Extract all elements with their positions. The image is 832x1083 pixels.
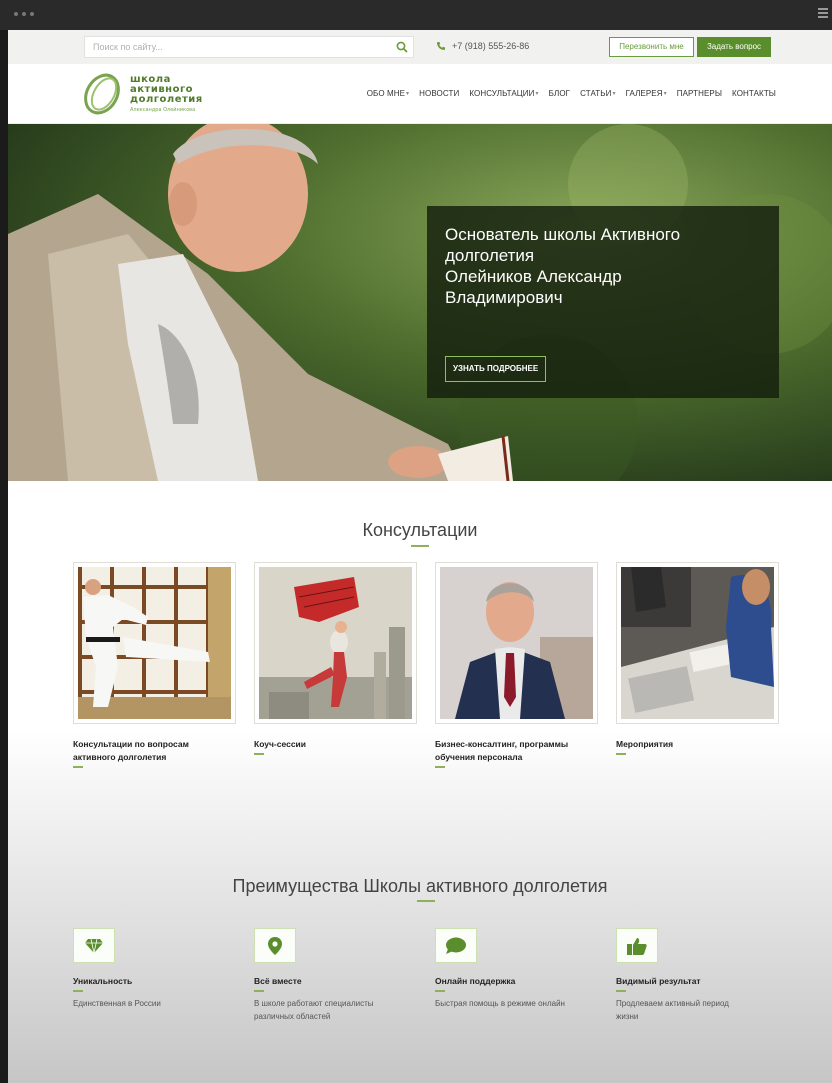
search-icon[interactable] — [395, 40, 409, 54]
chevron-down-icon: ▾ — [612, 91, 616, 97]
advantage-desc: В школе работают специалисты различных об… — [254, 999, 374, 1021]
caption-underline — [73, 766, 83, 768]
advantage-underline — [435, 990, 445, 992]
hamburger-menu-icon[interactable] — [818, 8, 828, 20]
advantages-title: Преимущества Школы активного долголетия — [232, 876, 608, 896]
nav-item-consultations[interactable]: КОНСУЛЬТАЦИИ ▾ — [469, 89, 538, 98]
chat-bubble-icon — [435, 928, 477, 963]
logo-subtitle: Александра Олейникова — [130, 107, 196, 113]
site-header: школа активного долголетия Александра Ол… — [8, 64, 832, 124]
ask-question-button[interactable]: Задать вопрос — [697, 37, 771, 57]
advantage-underline — [616, 990, 626, 992]
nav-item-partners[interactable]: ПАРТНЕРЫ — [677, 89, 722, 98]
card-image[interactable] — [435, 562, 598, 724]
phone-number[interactable]: +7 (918) 555-26-86 — [436, 41, 529, 51]
nav-item-blog[interactable]: БЛОГ — [549, 89, 570, 98]
logo-mark-icon — [84, 73, 120, 115]
callback-button[interactable]: Перезвонить мне — [609, 37, 694, 57]
advantage-underline — [73, 990, 83, 992]
title-underline — [417, 900, 435, 902]
title-underline — [411, 545, 429, 547]
chevron-down-icon: ▾ — [406, 91, 410, 97]
window-controls[interactable] — [14, 12, 34, 16]
card-image[interactable] — [616, 562, 779, 724]
chevron-down-icon: ▾ — [535, 91, 539, 97]
caption-underline — [616, 753, 626, 755]
card-image[interactable] — [254, 562, 417, 724]
chevron-down-icon: ▾ — [663, 91, 667, 97]
card-coaching[interactable]: Коуч-сессии — [254, 562, 417, 755]
hero-banner: Основатель школы Активного долголетия Ол… — [8, 124, 832, 481]
map-pin-icon — [254, 928, 296, 963]
nav-item-contacts[interactable]: КОНТАКТЫ — [732, 89, 776, 98]
advantage-all-together: Всё вместе В школе работают специалисты р… — [254, 928, 434, 1023]
learn-more-button[interactable]: УЗНАТЬ ПОДРОБНЕЕ — [445, 356, 547, 382]
thumbs-up-icon — [616, 928, 658, 963]
advantage-desc: Быстрая помощь в режиме онлайн — [435, 999, 565, 1008]
dancer-photo — [259, 567, 412, 719]
caption-underline — [254, 753, 264, 755]
advantage-online-support: Онлайн поддержка Быстрая помощь в режиме… — [435, 928, 615, 1010]
card-caption[interactable]: Консультации по вопросам активного долгол… — [73, 738, 236, 764]
advantage-uniqueness: Уникальность Единственная в России — [73, 928, 253, 1010]
site-logo[interactable]: школа активного долголетия Александра Ол… — [82, 70, 222, 118]
advantage-visible-result: Видимый результат Продлеваем активный пе… — [616, 928, 796, 1023]
phone-icon — [437, 42, 445, 50]
advantage-title: Всё вместе — [254, 976, 302, 986]
advantage-underline — [254, 990, 264, 992]
advantage-desc: Продлеваем активный период жизни — [616, 999, 729, 1021]
card-caption[interactable]: Мероприятия — [616, 738, 779, 751]
card-caption[interactable]: Бизнес-консалтинг, программы обучения пер… — [435, 738, 598, 764]
card-longevity[interactable]: Консультации по вопросам активного долгол… — [73, 562, 236, 768]
advantage-desc: Единственная в России — [73, 999, 161, 1008]
advantage-title: Онлайн поддержка — [435, 976, 516, 986]
nav-item-articles[interactable]: СТАТЬИ ▾ — [580, 89, 615, 98]
card-events[interactable]: Мероприятия — [616, 562, 779, 755]
nav-item-gallery[interactable]: ГАЛЕРЕЯ ▾ — [626, 89, 667, 98]
main-nav: ОБО МНЕ ▾ НОВОСТИ КОНСУЛЬТАЦИИ ▾ БЛОГ СТАТ… — [357, 89, 776, 98]
card-business[interactable]: Бизнес-консалтинг, программы обучения пер… — [435, 562, 598, 768]
diamond-icon — [73, 928, 115, 963]
search-input[interactable]: Поиск по сайту... — [84, 36, 414, 58]
bottom-gradient — [8, 730, 832, 1083]
nav-item-about[interactable]: ОБО МНЕ ▾ — [367, 89, 409, 98]
advantage-title: Видимый результат — [616, 976, 701, 986]
phone-text: +7 (918) 555-26-86 — [452, 41, 530, 51]
logo-text: школа активного долголетия Александра Ол… — [130, 75, 203, 114]
consultations-title: Консультации — [362, 520, 478, 540]
hero-title: Основатель школы Активного долголетия Ол… — [445, 225, 681, 307]
caption-underline — [435, 766, 445, 768]
nav-item-news[interactable]: НОВОСТИ — [419, 89, 459, 98]
businessman-photo — [440, 567, 593, 719]
logo-line-3: долголетия — [130, 94, 203, 105]
page: Поиск по сайту... +7 (918) 555-26-86 Пер… — [8, 30, 832, 1083]
search-placeholder: Поиск по сайту... — [93, 42, 163, 52]
karate-photo — [78, 567, 231, 719]
browser-chrome — [0, 0, 832, 30]
meeting-photo — [621, 567, 774, 719]
card-image[interactable] — [73, 562, 236, 724]
advantage-title: Уникальность — [73, 976, 133, 986]
hero-caption-box: Основатель школы Активного долголетия Ол… — [427, 206, 779, 398]
card-caption[interactable]: Коуч-сессии — [254, 738, 417, 751]
top-bar: Поиск по сайту... +7 (918) 555-26-86 Пер… — [8, 30, 832, 64]
